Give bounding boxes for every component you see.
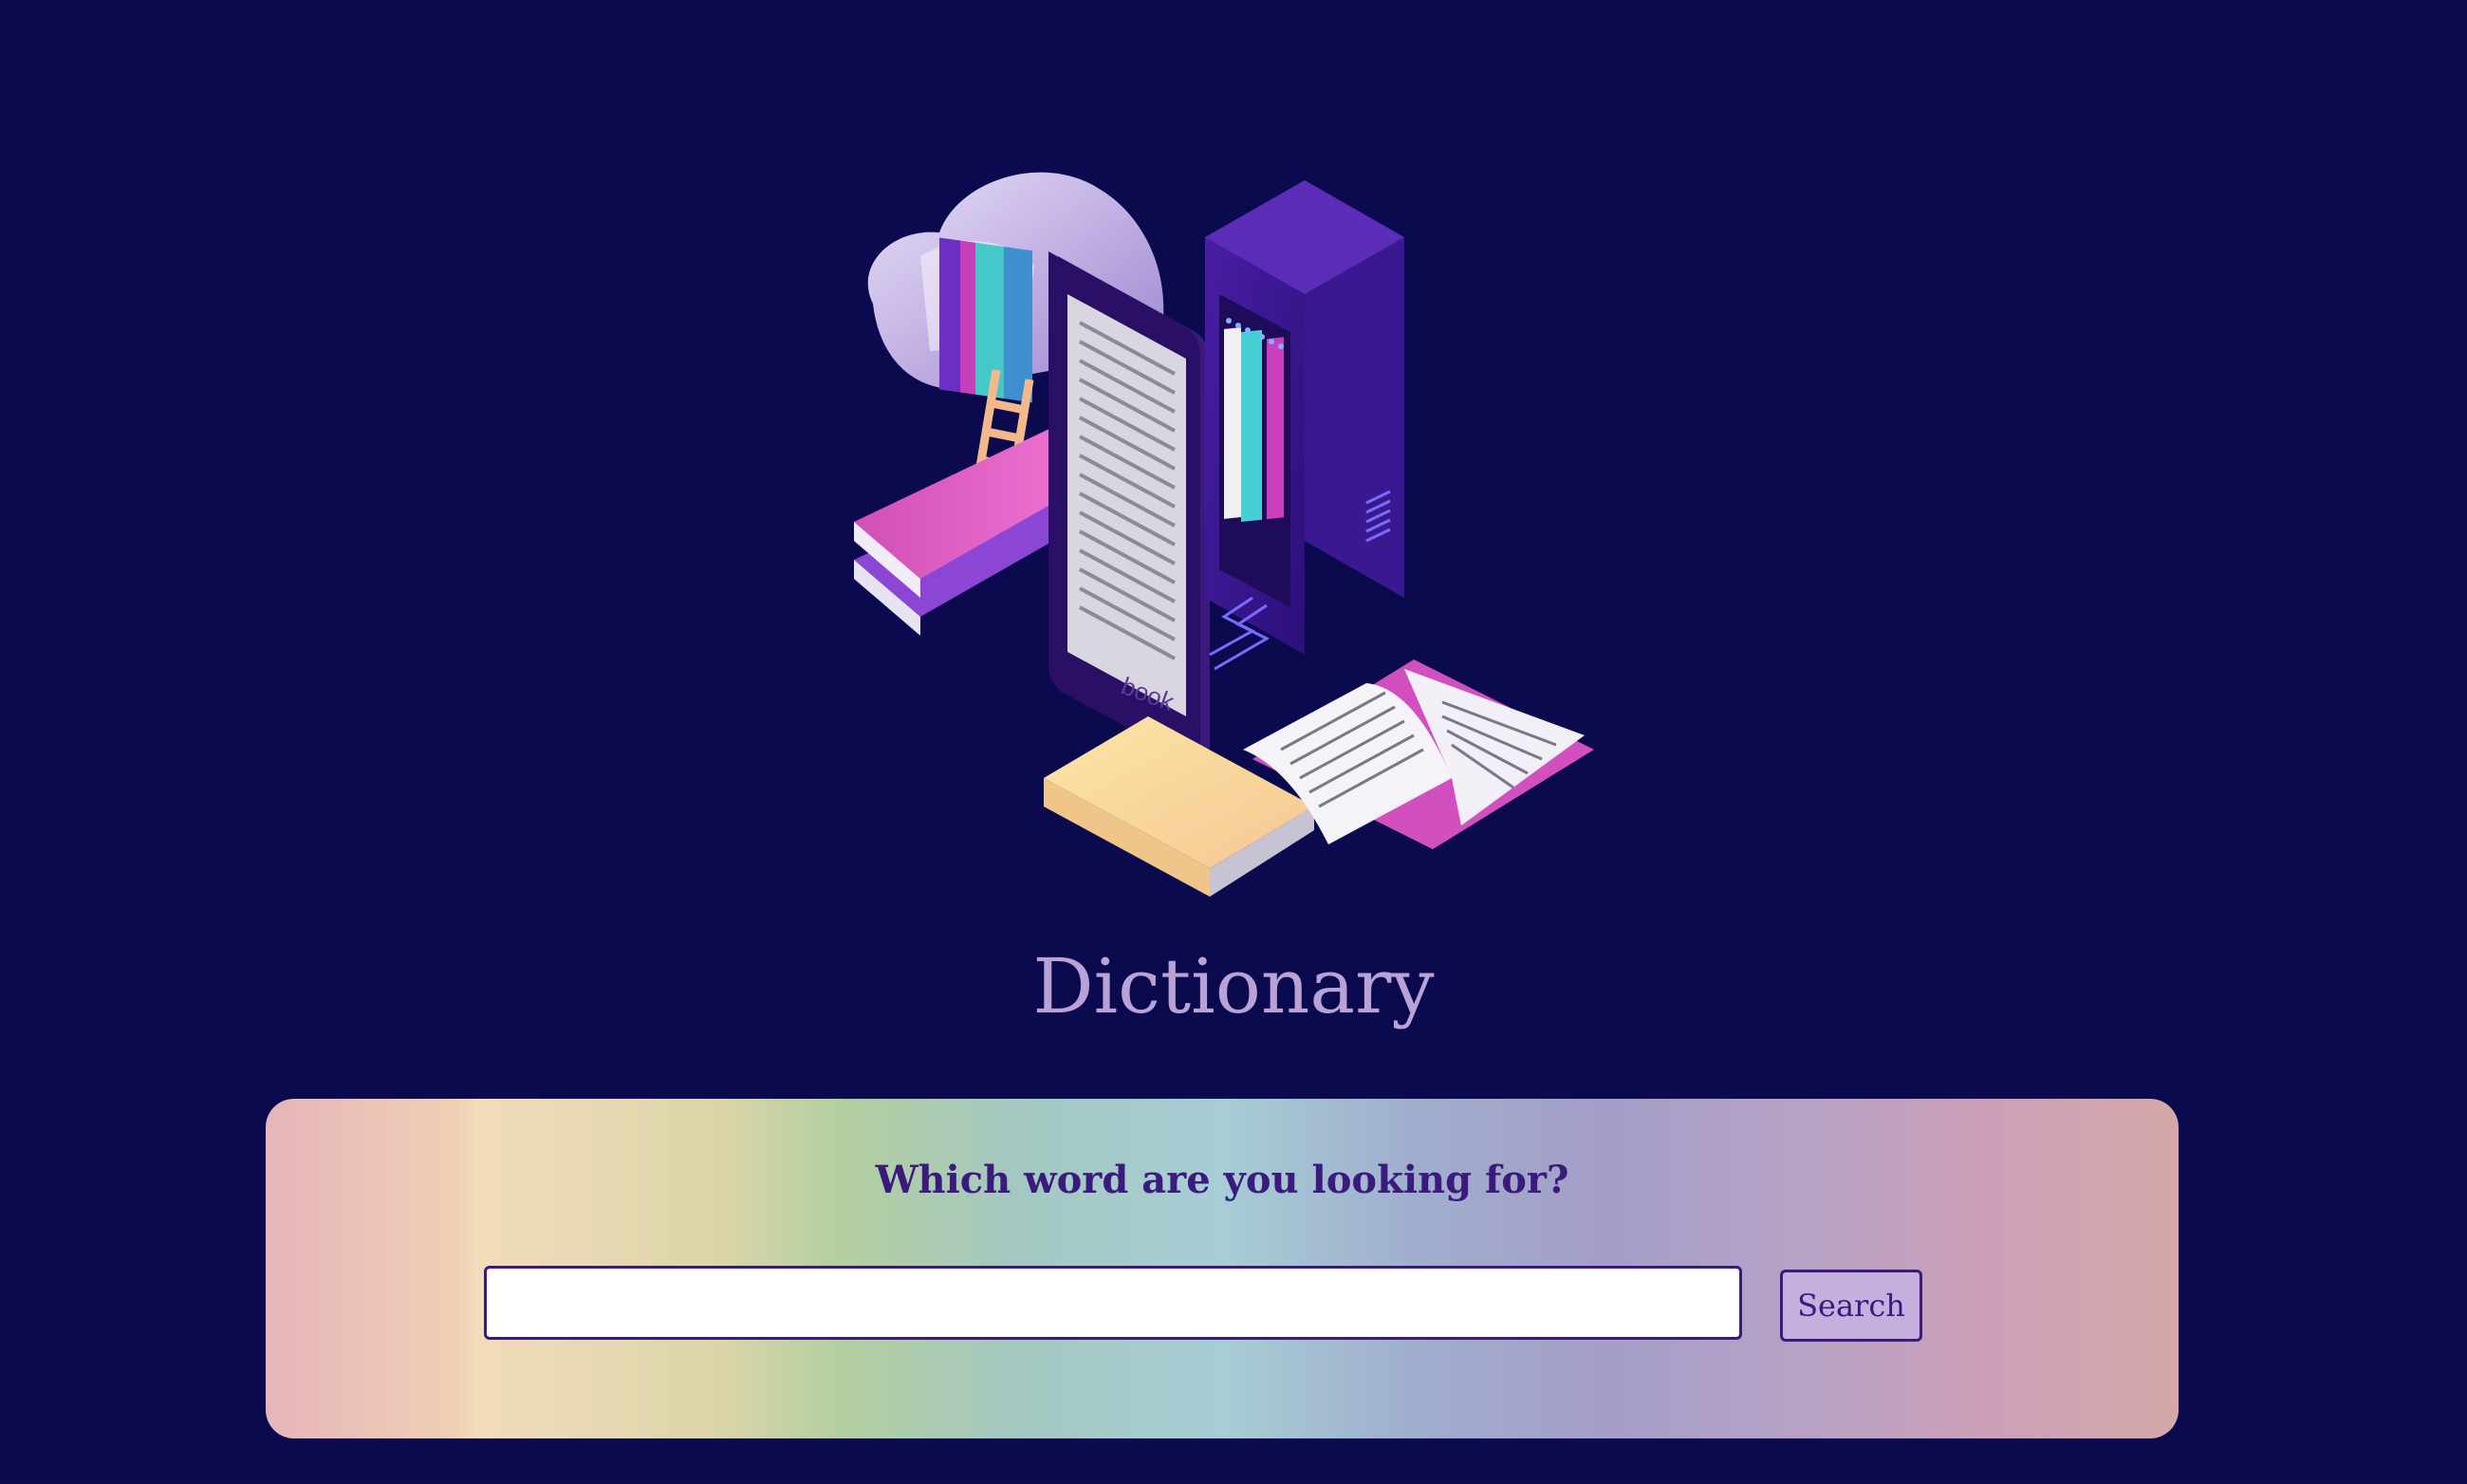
ereader-icon: book <box>1048 251 1210 765</box>
search-panel: Which word are you looking for? Search <box>266 1099 2179 1438</box>
search-input[interactable] <box>484 1266 1742 1340</box>
page-title: Dictionary <box>1032 942 1435 1030</box>
hero-illustration: book <box>835 142 1613 901</box>
search-prompt: Which word are you looking for? <box>875 1158 1569 1202</box>
search-button[interactable]: Search <box>1780 1270 1922 1342</box>
server-icon <box>1205 180 1404 671</box>
